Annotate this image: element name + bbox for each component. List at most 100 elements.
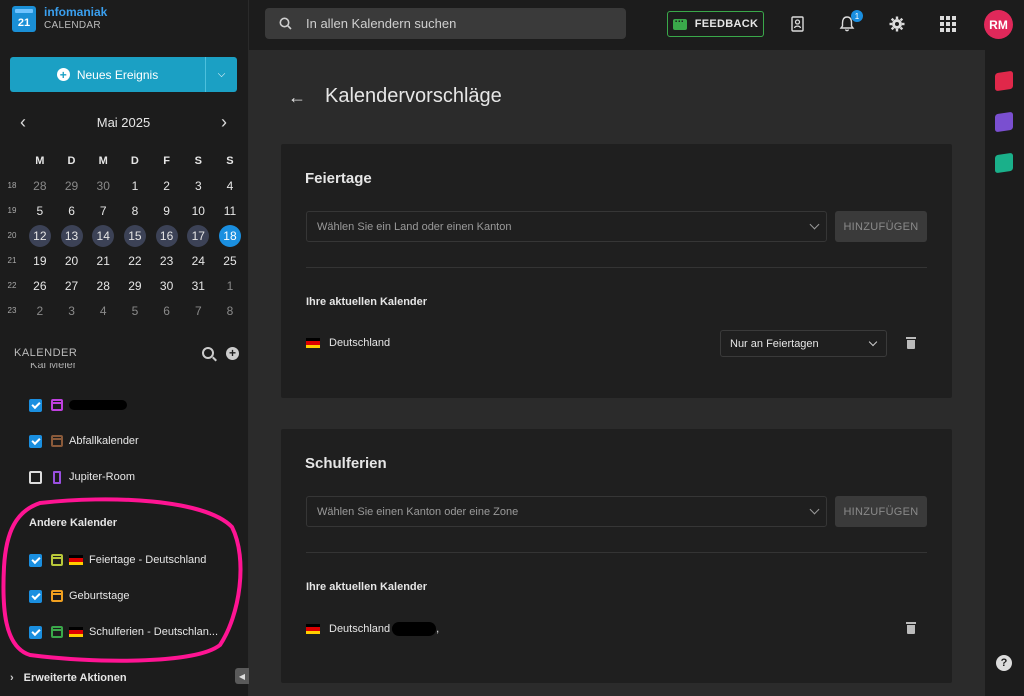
collapse-sidebar-button[interactable]: ◀ [235, 668, 249, 684]
day-cell[interactable]: 1 [214, 275, 246, 297]
new-event-dropdown-button[interactable]: ⌵ [205, 57, 237, 92]
add-calendar-icon[interactable]: + [226, 346, 239, 360]
day-cell[interactable]: 16 [151, 224, 183, 247]
day-cell[interactable]: 15 [119, 224, 151, 247]
new-event-button[interactable]: + Neues Ereignis [10, 57, 205, 92]
day-cell[interactable]: 2 [24, 300, 56, 322]
day-cell[interactable]: 27 [56, 275, 88, 297]
week-row: 18 28 29 30 1 2 3 4 [0, 173, 246, 198]
day-cell[interactable]: 11 [214, 200, 246, 222]
holiday-country-select[interactable]: Wählen Sie ein Land oder einen Kanton [306, 211, 827, 242]
day-cell[interactable]: 14 [87, 224, 119, 247]
day-cell[interactable]: 21 [87, 250, 119, 272]
back-arrow-icon[interactable]: ← [288, 87, 306, 108]
help-icon[interactable]: ? [996, 655, 1012, 671]
app-rail [985, 50, 1024, 696]
redacted-label [392, 622, 437, 636]
trash-icon[interactable] [906, 337, 916, 349]
day-cell[interactable]: 2 [151, 175, 183, 197]
day-cell[interactable]: 4 [87, 300, 119, 322]
tasks-app-icon[interactable] [995, 152, 1013, 174]
new-event-button-group: + Neues Ereignis ⌵ [10, 57, 237, 92]
notifications-bell-icon[interactable]: 1 [837, 10, 863, 34]
day-cell[interactable]: 19 [24, 250, 56, 272]
day-cell[interactable]: 5 [24, 200, 56, 222]
other-calendars-heading[interactable]: Andere Kalender [29, 517, 117, 529]
search-icon[interactable] [202, 347, 214, 359]
checkbox[interactable] [29, 589, 42, 603]
day-cell[interactable]: 28 [24, 175, 56, 197]
day-cell[interactable]: 3 [56, 300, 88, 322]
day-cell[interactable]: 1 [119, 175, 151, 197]
calendars-heading: KALENDER [14, 347, 78, 359]
next-month-button[interactable]: › [211, 112, 237, 133]
day-cell[interactable]: 6 [151, 300, 183, 322]
day-cell[interactable]: 23 [151, 250, 183, 272]
mail-app-icon[interactable] [995, 70, 1013, 92]
user-avatar[interactable]: RM [984, 10, 1013, 39]
new-event-label: Neues Ereignis [76, 67, 159, 82]
school-zone-select[interactable]: Wählen Sie einen Kanton oder eine Zone [306, 496, 827, 527]
day-cell[interactable]: 24 [182, 250, 214, 272]
calendar-item[interactable]: Jupiter-Room [29, 467, 135, 487]
day-cell[interactable]: 30 [87, 175, 119, 197]
day-cell[interactable]: 7 [182, 300, 214, 322]
page-title: Kalendervorschläge [325, 85, 502, 107]
add-holiday-button[interactable]: HINZUFÜGEN [835, 211, 927, 242]
checkbox[interactable] [29, 625, 42, 639]
search-input[interactable]: In allen Kalendern suchen [265, 8, 626, 39]
day-cell[interactable]: 30 [151, 275, 183, 297]
contacts-icon[interactable] [787, 14, 807, 34]
day-cell[interactable]: 26 [24, 275, 56, 297]
day-cell[interactable]: 7 [87, 200, 119, 222]
day-cell[interactable]: 17 [182, 224, 214, 247]
checkbox[interactable] [29, 470, 42, 484]
feedback-button[interactable]: FEEDBACK [667, 11, 764, 37]
brand-logo[interactable]: 21 infomaniak CALENDAR [12, 6, 107, 32]
checkbox[interactable] [29, 553, 42, 567]
checkbox[interactable] [29, 398, 42, 412]
prev-month-button[interactable]: ‹ [10, 112, 36, 133]
calendar-logo-icon: 21 [12, 6, 36, 32]
trash-icon[interactable] [906, 622, 916, 634]
day-cell[interactable]: 8 [119, 200, 151, 222]
advanced-actions[interactable]: › Erweiterte Aktionen [10, 672, 127, 684]
calendars-header: KALENDER + [14, 342, 239, 364]
day-cell[interactable]: 13 [56, 224, 88, 247]
day-cell[interactable]: 20 [56, 250, 88, 272]
day-cell[interactable]: 29 [56, 175, 88, 197]
day-cell[interactable]: 10 [182, 200, 214, 222]
drive-app-icon[interactable] [995, 111, 1013, 133]
calendar-item[interactable]: Feiertage - Deutschland [29, 550, 206, 570]
day-cell[interactable]: 28 [87, 275, 119, 297]
apps-grid-icon[interactable] [938, 14, 958, 34]
select-placeholder: Wählen Sie einen Kanton oder eine Zone [317, 505, 519, 518]
calendar-item[interactable]: Geburtstage [29, 586, 130, 606]
holidays-title: Feiertage [305, 170, 372, 187]
calendar-item[interactable]: Schulferien - Deutschlan... [29, 622, 218, 642]
current-calendars-heading: Ihre aktuellen Kalender [306, 581, 428, 593]
day-cell[interactable]: 25 [214, 250, 246, 272]
day-cell[interactable]: 6 [56, 200, 88, 222]
day-cell[interactable]: 29 [119, 275, 151, 297]
day-cell[interactable]: 3 [182, 175, 214, 197]
day-cell[interactable]: 12 [24, 224, 56, 247]
day-cell-today[interactable]: 18 [214, 224, 246, 247]
calendar-icon [51, 590, 63, 602]
day-cell[interactable]: 5 [119, 300, 151, 322]
week-number: 20 [7, 231, 17, 240]
day-cell[interactable]: 31 [182, 275, 214, 297]
holiday-mode-select[interactable]: Nur an Feiertagen [720, 330, 887, 357]
day-cell[interactable]: 22 [119, 250, 151, 272]
day-cell[interactable]: 8 [214, 300, 246, 322]
checkbox[interactable] [29, 434, 42, 448]
product-name: CALENDAR [44, 20, 101, 31]
settings-gear-icon[interactable] [887, 14, 907, 34]
calendar-icon [51, 554, 63, 566]
calendar-item[interactable]: Abfallkalender [29, 431, 139, 451]
day-cell[interactable]: 4 [214, 175, 246, 197]
chevron-right-icon: › [10, 672, 14, 684]
day-cell[interactable]: 9 [151, 200, 183, 222]
add-school-button[interactable]: HINZUFÜGEN [835, 496, 927, 527]
calendar-item[interactable] [29, 395, 127, 415]
